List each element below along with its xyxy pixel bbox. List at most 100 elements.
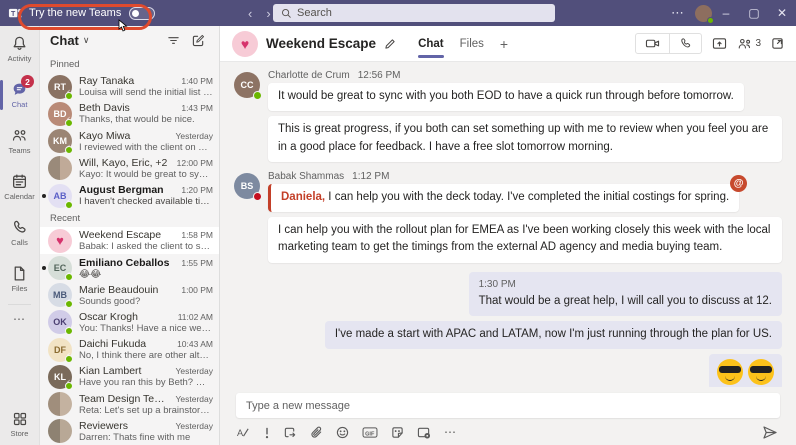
video-call-button[interactable]: [636, 34, 669, 53]
message-input-placeholder: Type a new message: [246, 399, 350, 412]
rail-item-chat[interactable]: 2 Chat: [0, 72, 39, 118]
importance-icon[interactable]: [264, 426, 270, 439]
chat-row-emiliano-ceballos[interactable]: EC Emiliano Ceballos1:55 PM😂😂: [40, 254, 219, 281]
chevron-down-icon[interactable]: ∨: [83, 35, 90, 46]
presence-available-dot: [253, 91, 262, 100]
presence-available-dot: [65, 352, 73, 363]
minimize-button[interactable]: –: [712, 0, 740, 26]
rail-item-store[interactable]: Store: [0, 403, 39, 445]
edit-name-pencil-icon[interactable]: [384, 38, 396, 50]
avatar: BD: [48, 101, 73, 127]
sticker-icon[interactable]: [391, 426, 404, 439]
avatar: EC: [48, 256, 73, 281]
add-tab-button[interactable]: +: [500, 36, 508, 52]
participants-button[interactable]: 3: [737, 37, 761, 50]
message-author: Babak Shammas: [268, 170, 345, 182]
at-mention-badge: @: [730, 174, 748, 192]
chat-row-reviewers[interactable]: Reviewers Yesterday Darren: Thats fine wit…: [40, 418, 219, 445]
call-button-group: [635, 33, 703, 54]
loop-component-icon[interactable]: [283, 426, 297, 439]
attach-icon[interactable]: [310, 426, 323, 439]
sunglasses-emoji: [717, 359, 743, 385]
search-icon: [281, 8, 292, 19]
search-input[interactable]: Search: [273, 4, 555, 22]
schedule-meeting-icon[interactable]: [417, 426, 431, 439]
message-bubble[interactable]: It would be great to sync with you both …: [268, 83, 744, 112]
format-icon[interactable]: A: [236, 426, 251, 439]
chat-row-august-bergman[interactable]: AB August Bergman1:20 PMI haven't checke…: [40, 182, 219, 209]
tab-chat[interactable]: Chat: [418, 26, 444, 62]
message-bubble[interactable]: I can help you with the rollout plan for…: [268, 217, 782, 263]
chat-row-team-design-template[interactable]: Team Design TemplateYesterdayReta: Let's…: [40, 391, 219, 418]
chat-row-weekend-escape[interactable]: ♥ Weekend Escape 1:58 PM Babak: I asked th…: [40, 227, 219, 255]
compose-more-icon[interactable]: ⋯: [444, 425, 457, 439]
chat-row-kayo-miwa[interactable]: KM Kayo MiwaYesterdayI reviewed with the…: [40, 127, 219, 155]
own-message-bubble[interactable]: 1:30 PM That would be a great help, I wi…: [468, 271, 782, 316]
rail-item-calendar[interactable]: Calendar: [0, 164, 39, 210]
message-group: BS Babak Shammas 1:12 PM Daniela, I can h…: [234, 171, 782, 263]
mention-message-bubble[interactable]: Daniela, I can help you with the deck to…: [268, 174, 748, 212]
presence-available-dot: [65, 89, 73, 100]
new-chat-icon[interactable]: [188, 34, 209, 47]
participant-count: 3: [755, 38, 761, 49]
presence-available-dot: [65, 198, 73, 209]
screen-share-button[interactable]: [712, 37, 727, 50]
gif-icon[interactable]: GIF: [362, 426, 378, 439]
chat-row-marie-beaudouin[interactable]: MB Marie Beaudouin1:00 PMSounds good?: [40, 282, 219, 309]
unread-dot: [42, 266, 46, 270]
chat-row-will-kayo-eric[interactable]: Will, Kayo, Eric, +2 12:00 PM Kayo: It wou…: [40, 155, 219, 182]
send-icon[interactable]: [762, 425, 778, 440]
nav-forward-button[interactable]: ›: [266, 6, 270, 21]
message-time: 12:56 PM: [357, 70, 401, 81]
avatar: KM: [48, 129, 73, 155]
file-icon: [11, 265, 28, 282]
rail-item-activity[interactable]: Activity: [0, 26, 39, 72]
rail-item-teams[interactable]: Teams: [0, 118, 39, 164]
svg-text:T: T: [11, 10, 16, 17]
mention-name: Daniela,: [281, 190, 326, 203]
chat-row-kian-lambert[interactable]: KL Kian LambertYesterdayHave you ran thi…: [40, 363, 219, 390]
own-message-group: 1:30 PM That would be a great help, I wi…: [234, 271, 782, 387]
chat-row-beth-davis[interactable]: BD Beth Davis1:43 PMThanks, that would b…: [40, 100, 219, 127]
group-avatar: [48, 419, 72, 444]
app-rail: Activity 2 Chat Teams Calendar Calls Fil…: [0, 26, 40, 445]
emoji-message-bubble[interactable]: [709, 354, 782, 387]
audio-call-button[interactable]: [669, 34, 701, 53]
conversation-header: ♥ Weekend Escape Chat Files + 3: [220, 26, 796, 62]
svg-text:A: A: [237, 428, 244, 438]
presence-busy-dot: [253, 191, 262, 201]
store-apps-icon: [12, 411, 28, 427]
pop-out-button[interactable]: [771, 37, 784, 50]
chat-row-oscar-krogh[interactable]: OK Oscar Krogh11:02 AMYou: Thanks! Have …: [40, 309, 219, 336]
heart-avatar: ♥: [48, 228, 72, 253]
avatar: OK: [48, 310, 73, 336]
pinned-section-label: Pinned: [50, 58, 80, 70]
message-time: 1:12 PM: [352, 170, 390, 182]
unread-dot: [42, 193, 46, 198]
filter-icon[interactable]: [163, 34, 184, 47]
rail-item-files[interactable]: Files: [0, 256, 39, 302]
rail-item-calls[interactable]: Calls: [0, 210, 39, 256]
emoji-icon[interactable]: [336, 426, 349, 439]
message-thread: CC Charlotte de Crum 12:56 PM It would be…: [220, 62, 796, 387]
avatar: AB: [48, 183, 73, 209]
message-input[interactable]: Type a new message: [236, 393, 780, 418]
nav-back-button[interactable]: ‹: [248, 6, 252, 21]
avatar: CC: [234, 72, 262, 100]
avatar: RT: [48, 74, 73, 100]
message-bubble[interactable]: This is great progress, if you both can …: [268, 116, 782, 162]
user-avatar[interactable]: [695, 4, 714, 24]
chat-row-daichi-fukuda[interactable]: DF Daichi Fukuda10:43 AMNo, I think ther…: [40, 336, 219, 363]
chat-row-ray-tanaka[interactable]: RT Ray Tanaka1:40 PMLouisa will send the…: [40, 73, 219, 100]
new-teams-toggle[interactable]: [129, 6, 156, 20]
titlebar-more-button[interactable]: ⋯: [661, 5, 695, 21]
rail-more-button[interactable]: ⋯: [0, 307, 39, 331]
presence-available-dot: [65, 144, 73, 155]
close-button[interactable]: ✕: [768, 0, 796, 26]
compose-area: Type a new message A GIF ⋯: [220, 387, 796, 445]
own-message-bubble[interactable]: I've made a start with APAC and LATAM, n…: [324, 320, 782, 349]
avatar: KL: [48, 364, 73, 390]
maximize-button[interactable]: ▢: [740, 0, 768, 26]
teams-logo-icon: T: [8, 6, 23, 21]
tab-files[interactable]: Files: [460, 26, 484, 62]
